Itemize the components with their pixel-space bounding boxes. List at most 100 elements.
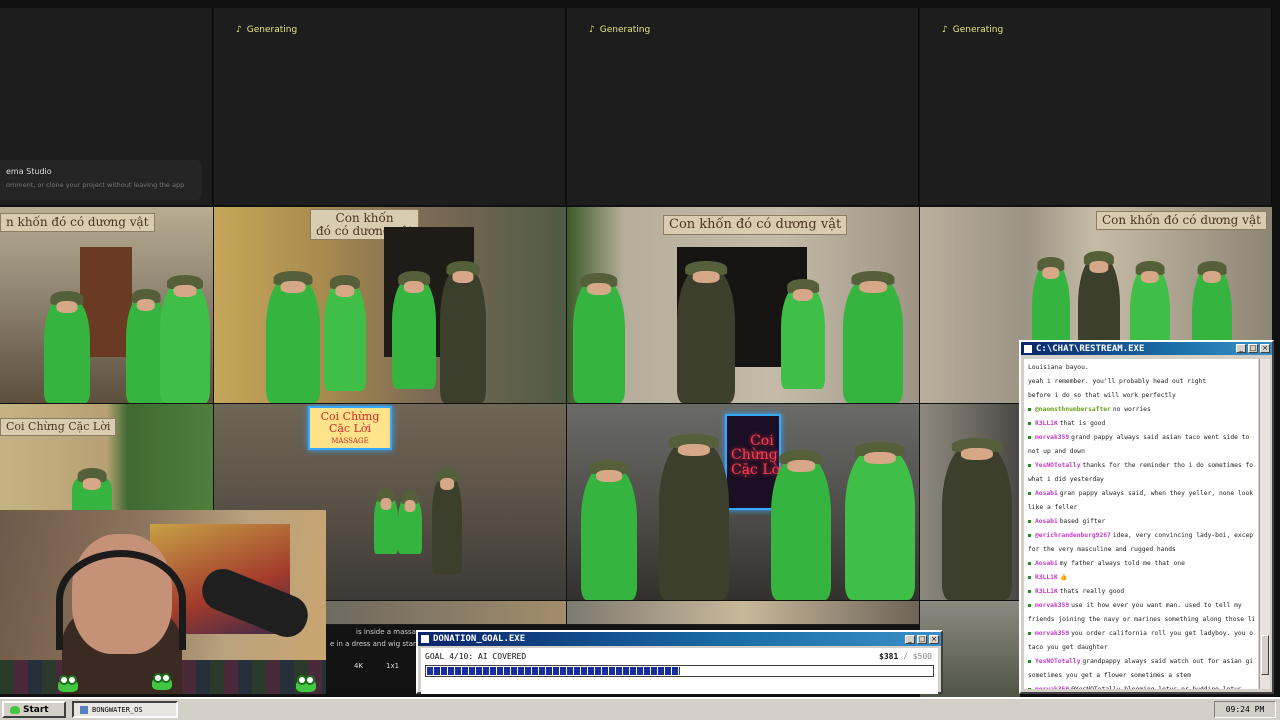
chat-text: thats really good xyxy=(1059,588,1125,595)
chat-scrollbar[interactable] xyxy=(1259,359,1270,689)
image-tile[interactable]: Coi Chừng Cặc Lời xyxy=(567,404,919,600)
chat-message: morvak359@YesNOTotally blooming lotus or… xyxy=(1028,683,1254,689)
chat-message: morvak359 grand pappy always said asian t… xyxy=(1028,431,1254,445)
prompt-text-line-2: e in a dress and wig stanc xyxy=(330,640,422,648)
chat-text: @YesNOTotally blooming lotus or budding … xyxy=(1071,686,1242,689)
chat-text: use it how ever you want man. used to te… xyxy=(1071,602,1242,609)
maximize-button[interactable]: □ xyxy=(917,634,927,644)
image-tile[interactable] xyxy=(326,601,566,625)
neon-sign: Coi Chừng Cặc Lời MASSAGE xyxy=(308,406,392,450)
image-tile[interactable]: Coi Chừng Cặc Lời xyxy=(0,404,213,510)
user-badge-icon xyxy=(1028,575,1031,579)
chat-username[interactable]: morvak359 xyxy=(1033,630,1071,637)
chat-text: idea, very convincing lady-boi, except xyxy=(1112,532,1254,539)
chat-text: sometimes you get a flower sometimes a s… xyxy=(1028,672,1192,679)
donation-title-bar[interactable]: DONATION_GOAL.EXE _ □ × xyxy=(418,632,941,646)
chat-username[interactable]: @naomsthnumbersafter xyxy=(1033,406,1113,413)
clock-text: 09:24 PM xyxy=(1225,705,1265,714)
chat-text: my father always told me that one xyxy=(1059,560,1185,567)
chat-text: thanks for the reminder tho i do sometim… xyxy=(1082,462,1255,469)
chat-window-title: C:\CHAT\RESTREAM.EXE xyxy=(1036,343,1145,354)
studio-card[interactable]: ema Studio omment, or clone your project… xyxy=(0,160,202,200)
generation-card-0: ema Studio omment, or clone your project… xyxy=(0,8,213,205)
sparkle-icon: ♪ xyxy=(942,25,948,35)
image-tile[interactable]: Con khốn đó có dương vật xyxy=(214,207,566,403)
user-badge-icon xyxy=(1028,589,1031,593)
maximize-button[interactable]: □ xyxy=(1248,344,1258,353)
chat-username[interactable]: Aosabi xyxy=(1033,560,1060,567)
user-badge-icon xyxy=(1028,491,1031,495)
close-button[interactable]: × xyxy=(929,634,939,644)
window-icon xyxy=(1024,344,1032,353)
taskbar-item-bongwater[interactable]: BONGWATER_OS xyxy=(72,701,178,718)
start-label: Start xyxy=(23,704,49,715)
chat-message: Aosabi my father always told me that one xyxy=(1028,557,1254,571)
image-tile[interactable]: Con khốn đó có dương vật xyxy=(567,207,919,403)
chat-text: Louisiana bayou. xyxy=(1028,364,1089,371)
image-tile[interactable]: n khốn đó có dương vật xyxy=(0,207,213,403)
chat-message: friends joining the navy or marines some… xyxy=(1028,613,1254,627)
chat-text: friends joining the navy or marines some… xyxy=(1028,616,1254,623)
studio-card-subtitle: omment, or clone your project without le… xyxy=(6,181,185,189)
aspect-ratio-chip[interactable]: 1x1 xyxy=(386,662,399,670)
chat-username[interactable]: @erichrandenburg9267 xyxy=(1033,532,1113,539)
generation-card-3[interactable]: ♪ Generating xyxy=(920,8,1272,205)
chat-text: before i do so that will work perfectly xyxy=(1028,392,1176,399)
chat-username[interactable]: morvak359 xyxy=(1033,686,1071,689)
generating-label: Generating xyxy=(599,25,651,35)
chat-username[interactable]: YesNOTotally xyxy=(1033,658,1083,665)
goal-progress-fill xyxy=(427,667,680,675)
chat-username[interactable]: Aosabi xyxy=(1033,490,1060,497)
user-badge-icon xyxy=(1028,533,1031,537)
minimize-button[interactable]: _ xyxy=(905,634,915,644)
chat-text: like a feller xyxy=(1028,504,1078,511)
chat-text: 👍 xyxy=(1059,574,1068,581)
chat-text: for the very masculine and rugged hands xyxy=(1028,546,1176,553)
generating-badge: ♪ Generating xyxy=(236,25,297,35)
frog-icon xyxy=(10,705,20,714)
chat-message: like a feller xyxy=(1028,501,1254,515)
goal-progress-bar xyxy=(425,665,934,677)
generating-label: Generating xyxy=(952,25,1004,35)
chat-message-list[interactable]: Louisiana bayou. yeah i remember. you'll … xyxy=(1024,359,1258,689)
chat-text: not up and down xyxy=(1028,448,1085,455)
generation-card-2[interactable]: ♪ Generating xyxy=(567,8,919,205)
chat-username[interactable]: R3LL1K xyxy=(1033,574,1060,581)
headphones-icon xyxy=(56,550,186,650)
frog-icon xyxy=(296,675,316,692)
user-badge-icon xyxy=(1028,407,1031,411)
chat-message: @naomsthnumbersafter no worries xyxy=(1028,403,1254,417)
image-tile[interactable] xyxy=(920,404,1020,600)
frog-icon xyxy=(152,673,172,690)
generating-label: Generating xyxy=(246,25,298,35)
studio-card-title: ema Studio xyxy=(6,167,52,176)
chat-message: R3LL1K that is good xyxy=(1028,417,1254,431)
chat-username[interactable]: R3LL1K xyxy=(1033,588,1060,595)
chat-username[interactable]: morvak359 xyxy=(1033,602,1071,609)
chat-text: no worries xyxy=(1112,406,1151,413)
neon-sign-sub: MASSAGE xyxy=(331,437,369,446)
minimize-button[interactable]: _ xyxy=(1236,344,1246,353)
chat-scrollbar-thumb[interactable] xyxy=(1261,635,1269,675)
chat-text: grandpappy always said watch out for asi… xyxy=(1082,658,1255,665)
user-badge-icon xyxy=(1028,659,1031,663)
image-tile[interactable] xyxy=(567,601,919,625)
chat-message: Aosabi gran pappy always said, when they … xyxy=(1028,487,1254,501)
chat-username[interactable]: morvak359 xyxy=(1033,434,1071,441)
chat-username[interactable]: Aosabi xyxy=(1033,518,1060,525)
system-clock[interactable]: 09:24 PM xyxy=(1214,701,1276,718)
chat-username[interactable]: R3LL1K xyxy=(1033,420,1060,427)
goal-label: GOAL 4/10: AI COVERED xyxy=(425,652,527,661)
resolution-chip[interactable]: 4K xyxy=(354,662,363,670)
generation-card-1[interactable]: ♪ Generating xyxy=(214,8,566,205)
webcam-overlay xyxy=(0,510,326,694)
chat-title-bar[interactable]: C:\CHAT\RESTREAM.EXE _ □ × xyxy=(1021,342,1272,355)
chat-message: @erichrandenburg9267 idea, very convincin… xyxy=(1028,529,1254,543)
shop-sign: n khốn đó có dương vật xyxy=(0,213,155,232)
chat-username[interactable]: YesNOTotally xyxy=(1033,462,1083,469)
start-button[interactable]: Start xyxy=(2,701,66,718)
chat-window: C:\CHAT\RESTREAM.EXE _ □ × Louisiana bay… xyxy=(1019,340,1274,694)
prompt-text-line-1: is inside a massag xyxy=(356,628,421,636)
close-button[interactable]: × xyxy=(1260,344,1270,353)
chat-text: gran pappy always said, when they yeller… xyxy=(1059,490,1254,497)
